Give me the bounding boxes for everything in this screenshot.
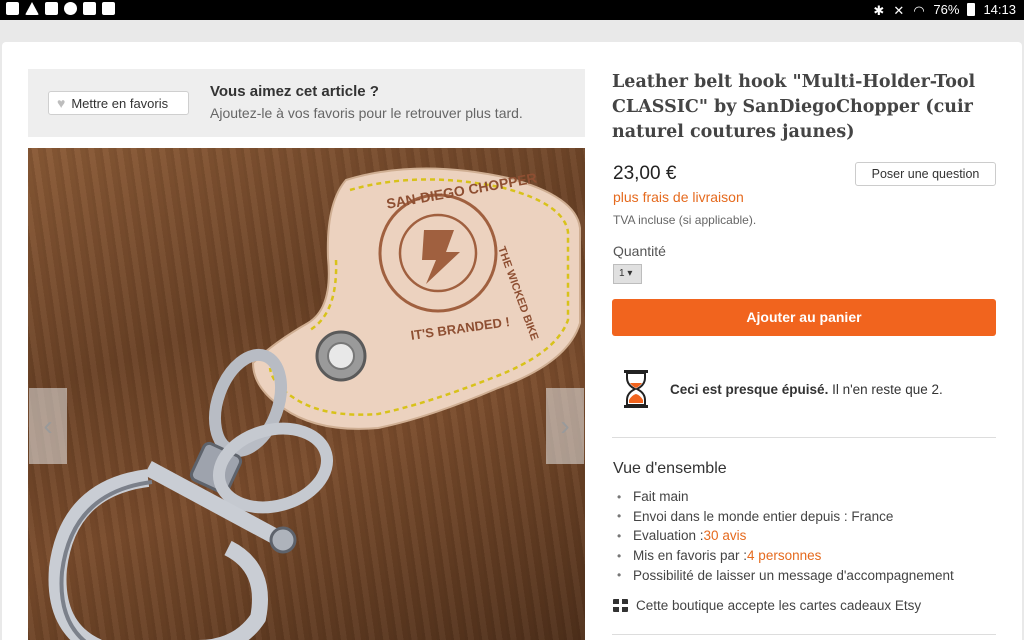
overview-title: Vue d'ensemble bbox=[613, 460, 727, 477]
image-icon bbox=[45, 2, 58, 15]
favorites-banner-subtitle: Ajoutez-le à vos favoris pour le retrouv… bbox=[210, 105, 523, 121]
favorers-link[interactable]: 4 personnes bbox=[747, 548, 821, 563]
divider bbox=[612, 437, 996, 438]
bluetooth-icon: ✱ bbox=[873, 3, 885, 18]
clock: 14:13 bbox=[983, 2, 1016, 17]
previous-image-button[interactable]: ‹ bbox=[29, 388, 67, 464]
battery-percent: 76% bbox=[933, 2, 960, 17]
mail-icon bbox=[6, 2, 19, 15]
product-image[interactable]: SAN-DIEGO CHOPPER THE WICKED BIKE IT'S B… bbox=[28, 148, 585, 640]
app-icon bbox=[83, 2, 96, 15]
product-title: Leather belt hook "Multi-Holder-Tool CLA… bbox=[612, 72, 976, 142]
list-item: • Fait main bbox=[617, 489, 689, 505]
add-to-favorites-button[interactable]: ♥ Mettre en favoris bbox=[48, 91, 189, 115]
chrome-icon bbox=[64, 2, 77, 15]
gift-cards-notice: Cette boutique accepte les cartes cadeau… bbox=[613, 598, 921, 613]
wifi-icon: ◠ bbox=[913, 3, 925, 18]
overview-list: • Fait main • Envoi dans le monde entier d… bbox=[617, 487, 954, 585]
favorites-banner-title: Vous aimez cet article ? bbox=[210, 83, 379, 100]
status-bar: ✱ ✕ ◠ 76% 14:13 bbox=[0, 0, 1024, 20]
gift-card-icon bbox=[613, 599, 628, 612]
reviews-link[interactable]: 30 avis bbox=[704, 528, 747, 543]
chevron-right-icon: › bbox=[560, 410, 570, 441]
stock-text: Ceci est presque épuisé. Il n'en reste q… bbox=[670, 382, 943, 397]
stock-bold: Ceci est presque épuisé. bbox=[670, 381, 829, 397]
favorites-banner: ♥ Mettre en favoris Vous aimez cet artic… bbox=[28, 69, 585, 137]
list-item: • Evaluation : 30 avis bbox=[617, 528, 747, 544]
hourglass-icon bbox=[624, 370, 648, 408]
quantity-label: Quantité bbox=[613, 243, 666, 259]
product-price: 23,00 € bbox=[613, 163, 677, 184]
list-item: • Mis en favoris par : 4 personnes bbox=[617, 548, 822, 564]
notification-icons bbox=[6, 2, 115, 15]
stock-notice: Ceci est presque épuisé. Il n'en reste q… bbox=[622, 367, 943, 411]
quantity-select[interactable]: 1 ▾ bbox=[613, 264, 642, 284]
warning-icon bbox=[25, 2, 39, 15]
heart-icon: ♥ bbox=[57, 95, 66, 111]
list-item: • Possibilité de laisser un message d'acc… bbox=[617, 567, 954, 583]
quantity-value: 1 bbox=[619, 268, 625, 279]
system-icons: ✱ ✕ ◠ 76% 14:13 bbox=[873, 2, 1016, 18]
next-image-button[interactable]: › bbox=[546, 388, 584, 464]
stock-rest: Il n'en reste que 2. bbox=[828, 381, 943, 397]
mute-icon: ✕ bbox=[893, 3, 905, 18]
vat-note: TVA incluse (si applicable). bbox=[613, 213, 757, 227]
flag-icon bbox=[102, 2, 115, 15]
add-to-favorites-label: Mettre en favoris bbox=[71, 95, 169, 111]
chevron-left-icon: ‹ bbox=[43, 410, 53, 441]
list-item: • Envoi dans le monde entier depuis : Fra… bbox=[617, 508, 894, 524]
add-to-cart-button[interactable]: Ajouter au panier bbox=[612, 299, 996, 336]
product-illustration: SAN-DIEGO CHOPPER THE WICKED BIKE IT'S B… bbox=[48, 167, 581, 640]
shipping-link[interactable]: plus frais de livraison bbox=[613, 189, 744, 205]
ask-question-button[interactable]: Poser une question bbox=[855, 162, 996, 186]
gift-cards-text: Cette boutique accepte les cartes cadeau… bbox=[636, 598, 922, 613]
divider bbox=[612, 634, 996, 635]
battery-icon bbox=[967, 3, 976, 16]
